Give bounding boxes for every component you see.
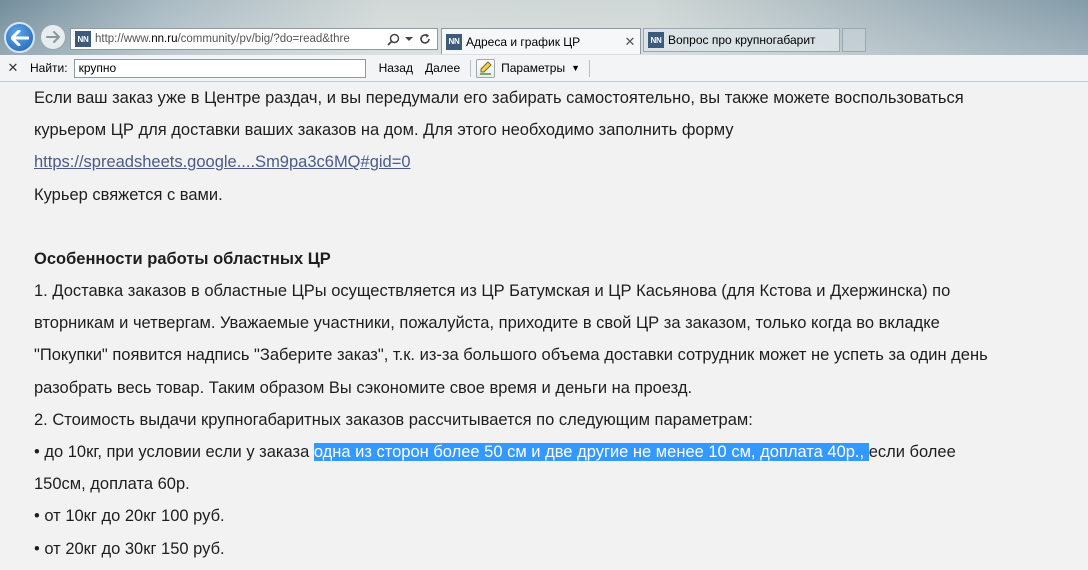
tab-title: Вопрос про крупногабарит (668, 33, 816, 47)
address-bar[interactable]: NN http://www.nn.ru/community/pv/big/?do… (70, 28, 438, 50)
url-text[interactable]: http://www.nn.ru/community/pv/big/?do=re… (95, 33, 385, 45)
page-content: Если ваш заказ уже в Центре раздач, и вы… (0, 82, 1088, 570)
bullet-line: • от 20кг до 30кг 150 руб. (34, 539, 225, 558)
paragraph-line: вторникам и четвергам. Уважаемые участни… (34, 314, 940, 333)
paragraph-line: Курьер свяжется с вами. (34, 185, 223, 204)
section-heading: Особенности работы областных ЦР (34, 249, 331, 268)
dropdown-chevron-icon[interactable] (401, 31, 417, 47)
form-link[interactable]: https://spreadsheets.google....Sm9pa3c6M… (34, 153, 411, 171)
tab-favicon-icon: NN (446, 33, 462, 50)
new-tab-button[interactable] (842, 28, 866, 52)
find-label: Найти: (30, 61, 68, 75)
find-options-label: Параметры (501, 61, 566, 75)
paragraph-line: 2. Стоимость выдачи крупногабаритных зак… (34, 410, 753, 429)
toolbar-divider (470, 59, 472, 77)
bullet-line: • до 10кг, при условии если у заказа одн… (34, 443, 956, 462)
paragraph-line: курьером ЦР для доставки ваших заказов н… (34, 121, 734, 140)
find-bar: ✕ Найти: Назад Далее Параметры ▼ (0, 55, 1088, 82)
paragraph-line: 1. Доставка заказов в областные ЦРы осущ… (34, 282, 951, 301)
find-previous-button[interactable]: Назад (376, 61, 416, 75)
paragraph-line: Если ваш заказ уже в Центре раздач, и вы… (34, 89, 964, 107)
find-next-button[interactable]: Далее (422, 61, 463, 75)
tab-favicon-icon: NN (648, 32, 664, 48)
text-selection: одна из сторон более 50 см и две другие … (313, 443, 869, 462)
chevron-down-icon: ▼ (571, 63, 581, 73)
article-body: Если ваш заказ уже в Центре раздач, и вы… (34, 82, 1074, 565)
search-icon[interactable] (385, 31, 401, 47)
back-button[interactable] (4, 22, 35, 53)
find-options-button[interactable]: Параметры ▼ (501, 61, 580, 75)
refresh-icon[interactable] (417, 31, 433, 47)
tab-question[interactable]: NN Вопрос про крупногабарит (643, 28, 840, 52)
highlight-matches-icon[interactable] (476, 58, 496, 78)
close-find-icon[interactable]: ✕ (6, 60, 20, 76)
browser-titlebar: NN http://www.nn.ru/community/pv/big/?do… (0, 0, 1088, 55)
site-favicon-icon: NN (75, 31, 91, 47)
find-input[interactable] (73, 58, 366, 78)
arrow-right-icon (46, 31, 60, 43)
close-tab-icon[interactable]: ✕ (622, 34, 638, 50)
forward-button[interactable] (40, 24, 66, 50)
arrow-left-icon (10, 29, 29, 46)
paragraph-line: разобрать весь товар. Таким образом Вы с… (34, 378, 693, 397)
tab-addresses[interactable]: NN Адреса и график ЦР ✕ (441, 28, 641, 54)
toolbar-divider (589, 59, 591, 77)
paragraph-line: "Покупки" появится надпись "Заберите зак… (34, 346, 988, 365)
bullet-line: • от 10кг до 20кг 100 руб. (34, 507, 225, 526)
tab-title: Адреса и график ЦР (466, 34, 581, 49)
bullet-line: 150см, доплата 60р. (34, 475, 190, 494)
